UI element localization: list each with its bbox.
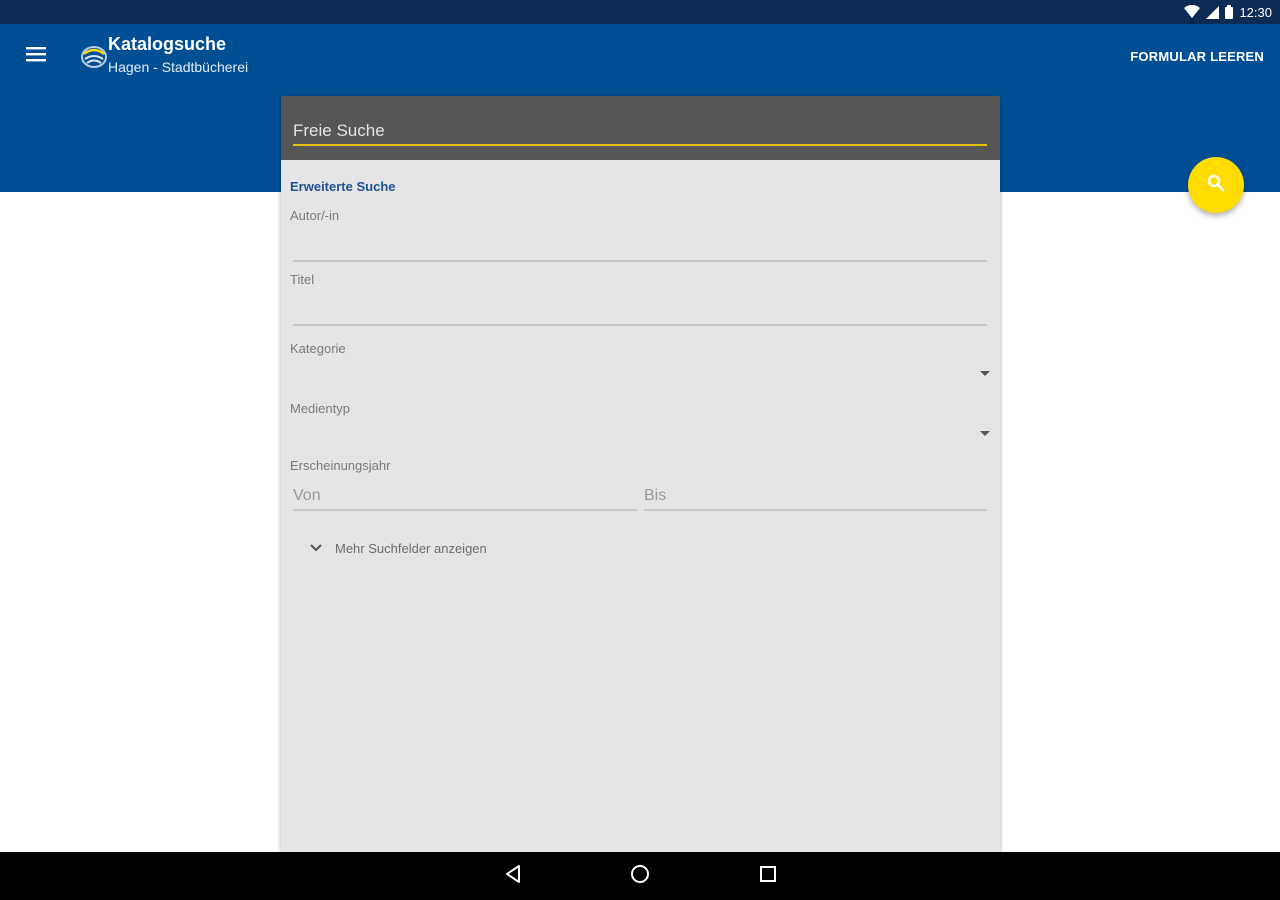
app-subtitle: Hagen - Stadtbücherei (108, 59, 249, 75)
more-search-fields-toggle[interactable]: Mehr Suchfelder anzeigen (309, 536, 487, 560)
search-form-card: Erweiterte Suche Autor/-in Titel Kategor… (281, 96, 1000, 852)
home-button[interactable] (628, 864, 652, 888)
title-input[interactable] (293, 298, 987, 326)
search-button[interactable] (1188, 157, 1244, 213)
hamburger-menu-icon (26, 46, 46, 67)
back-icon (504, 864, 522, 889)
search-icon (1207, 174, 1225, 197)
more-search-fields-label: Mehr Suchfelder anzeigen (335, 540, 487, 556)
home-icon (630, 864, 650, 889)
dropdown-arrow-icon (980, 371, 990, 376)
cellular-signal-icon (1206, 5, 1220, 19)
free-search-input[interactable] (293, 118, 987, 146)
media-type-select[interactable] (290, 422, 990, 448)
free-search-bar (281, 96, 1000, 160)
status-bar: 12:30 (0, 0, 1280, 24)
year-from-input[interactable] (293, 483, 637, 511)
publication-year-label: Erscheinungsjahr (290, 458, 391, 473)
menu-button[interactable] (18, 38, 54, 74)
dropdown-arrow-icon (980, 431, 990, 436)
recents-button[interactable] (756, 864, 780, 888)
battery-icon (1225, 5, 1234, 19)
library-logo-icon (80, 42, 108, 70)
category-label: Kategorie (290, 341, 346, 356)
category-select[interactable] (290, 362, 990, 388)
advanced-search-title: Erweiterte Suche (290, 179, 396, 194)
wifi-icon (1184, 5, 1201, 19)
status-time: 12:30 (1239, 4, 1272, 20)
author-label: Autor/-in (290, 208, 340, 223)
media-type-label: Medientyp (290, 401, 350, 416)
chevron-down-icon (309, 541, 323, 556)
author-input[interactable] (293, 234, 987, 262)
app-title: Katalogsuche (108, 34, 227, 54)
year-to-input[interactable] (644, 483, 987, 511)
clear-form-button[interactable]: FORMULAR LEEREN (1130, 49, 1264, 64)
system-navigation-bar (0, 852, 1280, 900)
title-label: Titel (290, 272, 315, 287)
recents-icon (759, 865, 777, 888)
back-button[interactable] (501, 864, 525, 888)
